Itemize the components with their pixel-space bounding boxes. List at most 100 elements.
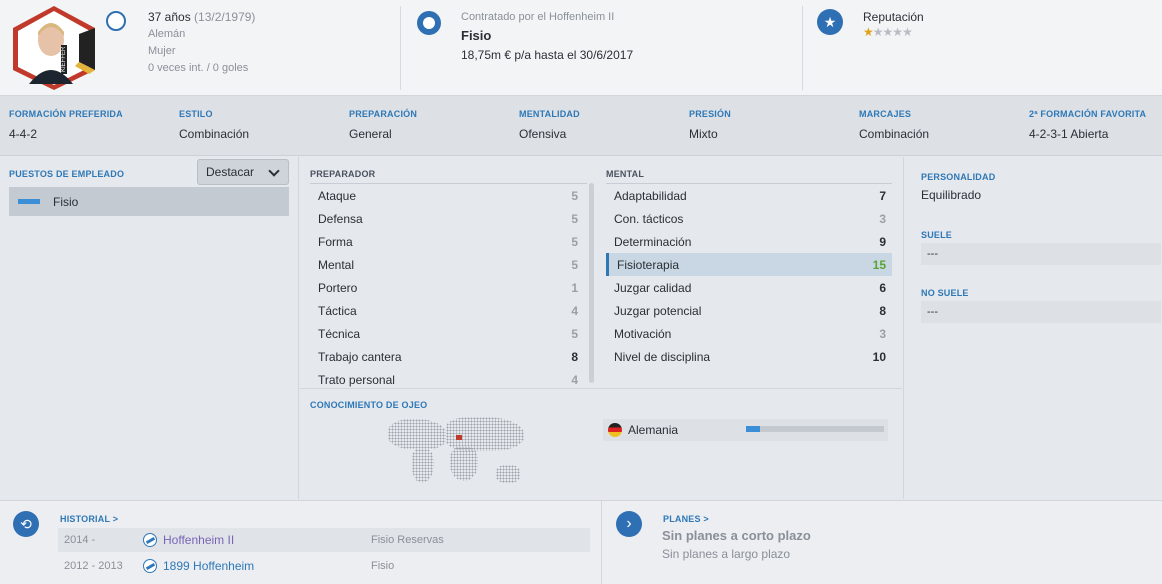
coaching-label: Mental	[318, 257, 355, 272]
mental-value: 7	[879, 188, 886, 203]
not-usually-value: ---	[921, 301, 1161, 323]
mental-label: Nivel de disciplina	[614, 349, 711, 364]
knowledge-bar-fill	[746, 426, 760, 432]
coaching-label: Técnica	[318, 326, 361, 341]
mental-row[interactable]: Nivel de disciplina 10	[606, 345, 892, 368]
coaching-row[interactable]: Técnica 5	[310, 322, 584, 345]
history-icon[interactable]: ⟲	[13, 511, 39, 537]
contract-role: Fisio	[461, 28, 492, 43]
mental-value: 6	[879, 280, 886, 295]
scouting-title: CONOCIMIENTO DE OJEO	[310, 400, 428, 410]
nation-badge-icon	[106, 11, 126, 31]
not-usually-title: NO SUELE	[921, 288, 969, 298]
tactic-mentality: MENTALIDAD Ofensiva	[519, 109, 580, 141]
club-link[interactable]: Hoffenheim II	[163, 533, 371, 547]
knowledge-bar	[746, 426, 884, 432]
coaching-label: Ataque	[318, 188, 357, 203]
coaching-label: Defensa	[318, 211, 363, 226]
mental-label: Adaptabilidad	[614, 188, 687, 203]
job-label: Fisio	[53, 194, 79, 209]
tactic-style: ESTILO Combinación	[179, 109, 250, 141]
coaching-label: Forma	[318, 234, 353, 249]
country-name: Alemania	[628, 423, 679, 437]
world-map[interactable]	[386, 413, 526, 493]
coaching-label: Trabajo cantera	[318, 349, 402, 364]
history-row: 2014 - Hoffenheim II Fisio Reservas	[58, 528, 590, 552]
mental-label: Motivación	[614, 326, 672, 341]
coaching-value: 5	[571, 188, 578, 203]
personality-panel: PERSONALIDAD Equilibrado SUELE --- NO SU…	[903, 157, 1162, 499]
star-filled-icon: ★	[863, 25, 874, 39]
mental-title: MENTAL	[606, 169, 645, 179]
jobs-panel: PUESTOS DE EMPLEADO Destacar Fisio	[0, 157, 299, 499]
tactics-strip: FORMACIÓN PREFERIDA 4-4-2 ESTILO Combina…	[0, 96, 1162, 156]
star-empty-icon: ★	[882, 25, 894, 39]
mental-value: 10	[872, 349, 886, 364]
coaching-label: Portero	[318, 280, 358, 295]
star-icon: ★	[817, 9, 843, 35]
mental-row[interactable]: Motivación 3	[606, 322, 892, 345]
coaching-row[interactable]: Forma 5	[310, 230, 584, 253]
tactic-formation: FORMACIÓN PREFERIDA 4-4-2	[9, 109, 123, 141]
country-knowledge-row[interactable]: Alemania	[603, 419, 888, 441]
star-empty-icon: ★	[892, 25, 903, 39]
tactic-training: PREPARACIÓN General	[349, 109, 418, 141]
coaching-scrollbar[interactable]	[589, 183, 594, 383]
gender: Mujer	[148, 45, 176, 57]
staff-photo: KIEFFER	[9, 4, 99, 92]
short-term-plans: Sin planes a corto plazo	[662, 528, 811, 543]
coaching-value: 5	[571, 234, 578, 249]
highlight-dropdown[interactable]: Destacar	[197, 159, 289, 185]
mental-row[interactable]: Juzgar potencial 8	[606, 299, 892, 322]
coaching-title: PREPARADOR	[310, 169, 376, 179]
chevron-down-icon	[268, 165, 280, 177]
coaching-row[interactable]: Mental 5	[310, 253, 584, 276]
dropdown-label: Destacar	[206, 165, 255, 179]
reputation-stars: ★★★★★	[863, 25, 913, 39]
coaching-row[interactable]: Táctica 4	[310, 299, 584, 322]
mental-label: Fisioterapia	[617, 257, 680, 272]
coaching-value: 5	[571, 211, 578, 226]
job-color-bar-icon	[18, 199, 40, 204]
plans-arrow-icon[interactable]: ›	[616, 511, 642, 537]
coaching-row[interactable]: Ataque 5	[310, 184, 584, 207]
coaching-value: 8	[571, 349, 578, 364]
club-badge-icon	[143, 533, 157, 547]
coaching-value: 4	[571, 303, 578, 318]
mental-row[interactable]: Fisioterapia 15	[606, 253, 892, 276]
club-link[interactable]: 1899 Hoffenheim	[163, 559, 371, 573]
mental-value: 3	[879, 211, 886, 226]
star-empty-icon: ★	[872, 25, 884, 39]
personality-value: Equilibrado	[921, 188, 982, 202]
plans-link[interactable]: PLANES >	[663, 514, 709, 524]
nationality: Alemán	[148, 28, 186, 40]
contract-club: Contratado por el Hoffenheim II	[461, 11, 615, 23]
club-badge-icon	[143, 559, 157, 573]
bottom-section: ⟲ HISTORIAL > 2014 - Hoffenheim II Fisio…	[0, 500, 1162, 584]
chevron-right-icon: >	[703, 514, 709, 524]
age-line: 37 años (13/2/1979)	[148, 10, 255, 24]
mental-row[interactable]: Determinación 9	[606, 230, 892, 253]
mental-row[interactable]: Juzgar calidad 6	[606, 276, 892, 299]
tactic-second-formation: 2ª FORMACIÓN FAVORITA 4-2-3-1 Abierta	[1029, 109, 1147, 141]
history-link[interactable]: HISTORIAL >	[60, 514, 118, 524]
reputation-label: Reputación	[863, 10, 924, 24]
coaching-label: Trato personal	[318, 372, 395, 387]
chevron-right-icon: >	[112, 514, 119, 524]
mental-row[interactable]: Con. tácticos 3	[606, 207, 892, 230]
star-empty-icon: ★	[902, 25, 913, 39]
long-term-plans: Sin planes a largo plazo	[662, 547, 791, 561]
mental-label: Determinación	[614, 234, 692, 249]
coaching-row[interactable]: Portero 1	[310, 276, 584, 299]
job-item-fisio[interactable]: Fisio	[9, 187, 289, 216]
mental-value: 3	[879, 326, 886, 341]
coaching-row[interactable]: Trabajo cantera 8	[310, 345, 584, 368]
photo-caption: KIEFFER	[61, 44, 67, 74]
jobs-title: PUESTOS DE EMPLEADO	[9, 169, 125, 179]
mental-value: 15	[872, 257, 886, 272]
coaching-row[interactable]: Defensa 5	[310, 207, 584, 230]
mental-row[interactable]: Adaptabilidad 7	[606, 184, 892, 207]
contract-salary: 18,75m € p/a hasta el 30/6/2017	[461, 48, 634, 62]
club-badge-icon[interactable]	[417, 11, 441, 35]
usually-value: ---	[921, 243, 1161, 265]
